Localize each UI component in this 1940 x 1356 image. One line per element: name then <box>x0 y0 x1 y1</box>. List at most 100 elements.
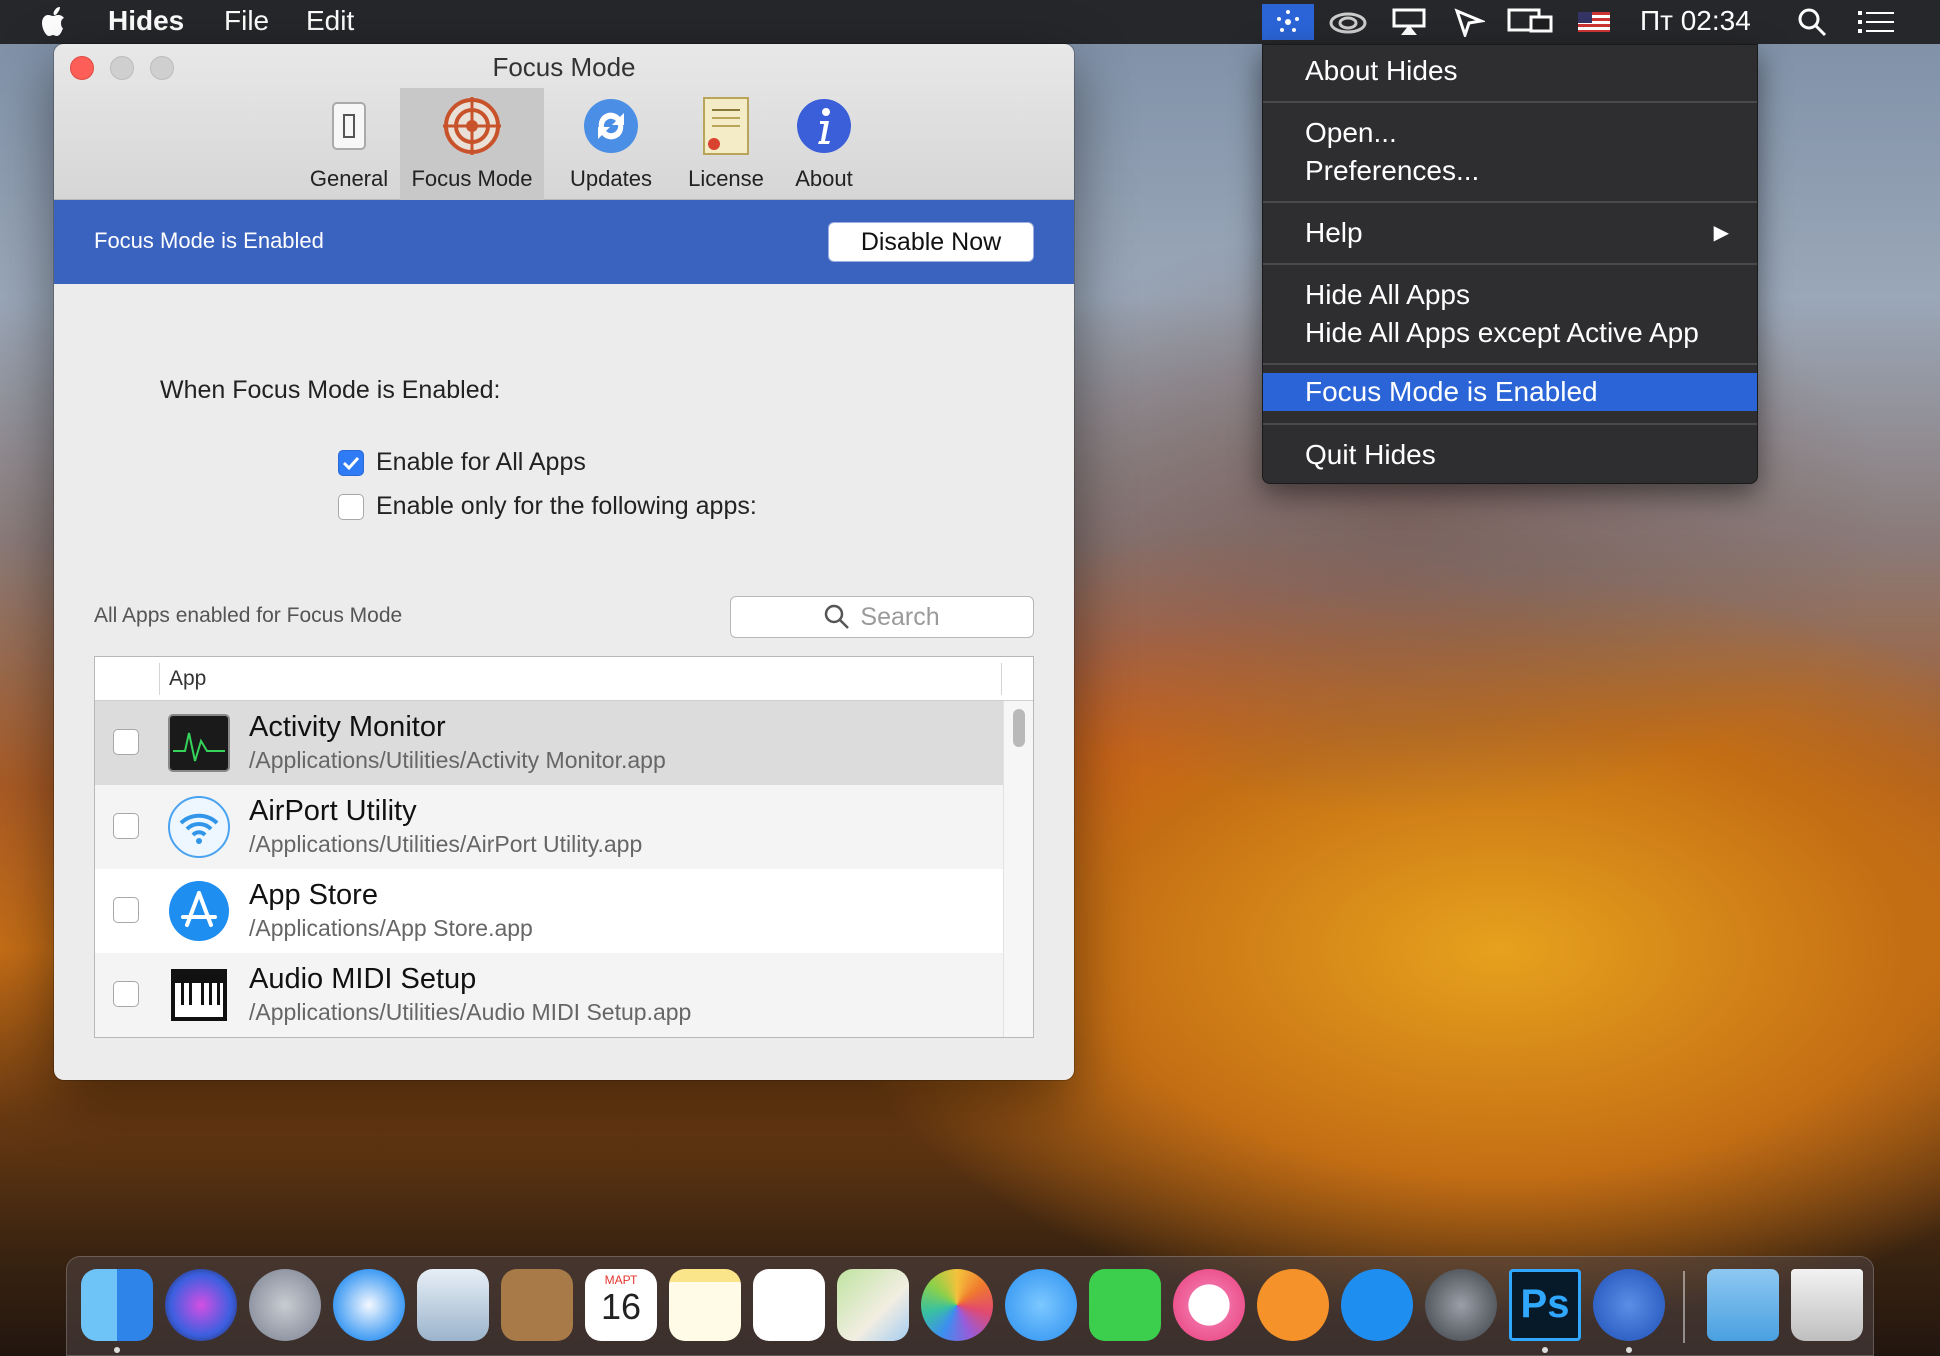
hides-star-icon[interactable] <box>1262 4 1314 40</box>
menu-edit[interactable]: Edit <box>306 5 354 37</box>
wifi-icon <box>168 796 230 858</box>
tab-about[interactable]: About <box>782 88 866 200</box>
calendar-day: 16 <box>600 1286 642 1327</box>
tab-focus-mode[interactable]: Focus Mode <box>400 88 544 200</box>
table-header: App <box>95 657 1033 701</box>
column-header-app[interactable]: App <box>169 667 206 691</box>
reminders-icon[interactable] <box>753 1269 825 1341</box>
tab-label: About <box>795 166 853 191</box>
focus-mode-banner: Focus Mode is Enabled Disable Now <box>54 200 1074 284</box>
tab-license[interactable]: License <box>674 88 778 200</box>
apps-table: App Activity Monitor /Applications/Utili… <box>94 656 1034 1038</box>
menu-separator <box>1263 363 1757 365</box>
enable-all-apps-checkbox[interactable] <box>338 449 364 476</box>
enable-following-apps-checkbox[interactable] <box>338 493 364 520</box>
display-icon[interactable] <box>1504 4 1556 40</box>
photos-icon[interactable] <box>921 1269 993 1341</box>
trash-icon[interactable] <box>1791 1269 1863 1341</box>
messages-icon[interactable] <box>1005 1269 1077 1341</box>
row-checkbox[interactable] <box>113 729 139 755</box>
table-row[interactable]: AirPort Utility /Applications/Utilities/… <box>95 785 1003 869</box>
option-label: Enable only for the following apps: <box>376 492 757 520</box>
itunes-icon[interactable] <box>1173 1269 1245 1341</box>
pointer-icon[interactable] <box>1446 4 1492 40</box>
table-row[interactable]: Activity Monitor /Applications/Utilities… <box>95 701 1003 785</box>
menu-separator <box>1263 201 1757 203</box>
calendar-month: МАРТ <box>604 1273 638 1287</box>
menu-app-name[interactable]: Hides <box>108 5 184 37</box>
search-icon <box>825 604 850 629</box>
tab-label: Focus Mode <box>411 166 533 191</box>
menu-item-quit-hides[interactable]: Quit Hides <box>1305 437 1436 473</box>
notification-list-icon[interactable] <box>1856 4 1896 40</box>
info-icon <box>794 96 854 156</box>
dock: МАРТ 16 Ps <box>66 1256 1874 1356</box>
finder-icon[interactable] <box>81 1269 153 1341</box>
table-scrollbar[interactable] <box>1003 701 1033 1037</box>
running-indicator <box>114 1347 120 1353</box>
menu-item-preferences[interactable]: Preferences... <box>1305 153 1479 189</box>
maps-icon[interactable] <box>837 1269 909 1341</box>
target-icon <box>442 96 502 156</box>
row-checkbox[interactable] <box>113 897 139 923</box>
refresh-icon <box>581 96 641 156</box>
contacts-icon[interactable] <box>501 1269 573 1341</box>
app-name: AirPort Utility <box>249 795 417 827</box>
banner-status-text: Focus Mode is Enabled <box>94 228 324 253</box>
app-path: /Applications/App Store.app <box>249 915 533 941</box>
us-flag-icon[interactable] <box>1576 4 1612 40</box>
column-divider <box>1001 663 1002 695</box>
app-name: Activity Monitor <box>249 711 446 743</box>
menu-separator <box>1263 423 1757 425</box>
menu-item-hide-all-except-active[interactable]: Hide All Apps except Active App <box>1305 315 1699 351</box>
tab-general[interactable]: General <box>304 88 394 200</box>
downloads-folder-icon[interactable] <box>1707 1269 1779 1341</box>
tab-updates[interactable]: Updates <box>552 88 670 200</box>
table-row[interactable]: Audio MIDI Setup /Applications/Utilities… <box>95 953 1003 1037</box>
option-enable-all-apps[interactable]: Enable for All Apps <box>338 448 586 477</box>
apple-logo-icon[interactable] <box>38 4 72 40</box>
menu-item-about-hides[interactable]: About Hides <box>1305 53 1458 89</box>
search-placeholder: Search <box>860 602 940 631</box>
launchpad-icon[interactable] <box>249 1269 321 1341</box>
menu-separator <box>1263 263 1757 265</box>
menu-item-open[interactable]: Open... <box>1305 115 1397 151</box>
airplay-icon[interactable] <box>1386 4 1432 40</box>
window-toolbar: Focus Mode General Focus Mode Updates Li… <box>54 44 1074 200</box>
menu-clock[interactable]: Пт 02:34 <box>1640 5 1751 37</box>
siri-icon[interactable] <box>165 1269 237 1341</box>
ibooks-icon[interactable] <box>1257 1269 1329 1341</box>
safari-icon[interactable] <box>333 1269 405 1341</box>
menu-file[interactable]: File <box>224 5 269 37</box>
running-indicator <box>1542 1347 1548 1353</box>
dock-separator <box>1683 1271 1685 1343</box>
menu-item-help[interactable]: Help <box>1305 215 1363 251</box>
row-checkbox[interactable] <box>113 813 139 839</box>
hides-icon[interactable] <box>1593 1269 1665 1341</box>
facetime-icon[interactable] <box>1089 1269 1161 1341</box>
apps-list-caption: All Apps enabled for Focus Mode <box>94 604 403 627</box>
app-name: App Store <box>249 879 378 911</box>
notes-icon[interactable] <box>669 1269 741 1341</box>
menu-separator <box>1263 101 1757 103</box>
menu-item-hide-all-apps[interactable]: Hide All Apps <box>1305 277 1470 313</box>
menu-item-focus-mode[interactable]: Focus Mode is Enabled <box>1305 374 1598 410</box>
calendar-icon[interactable]: МАРТ 16 <box>585 1269 657 1341</box>
creative-cloud-icon[interactable] <box>1322 4 1374 40</box>
table-row[interactable]: App Store /Applications/App Store.app <box>95 869 1003 953</box>
section-heading: When Focus Mode is Enabled: <box>160 376 501 404</box>
scroll-thumb[interactable] <box>1013 709 1025 747</box>
system-preferences-icon[interactable] <box>1425 1269 1497 1341</box>
search-field[interactable]: Search <box>730 596 1034 638</box>
switch-icon <box>319 96 379 156</box>
tab-label: Updates <box>570 166 652 191</box>
disable-now-button[interactable]: Disable Now <box>828 222 1034 262</box>
spotlight-icon[interactable] <box>1794 4 1830 40</box>
mail-icon[interactable] <box>417 1269 489 1341</box>
piano-keys-icon <box>171 969 227 1021</box>
option-enable-following-apps[interactable]: Enable only for the following apps: <box>338 492 757 521</box>
app-store-icon[interactable] <box>1341 1269 1413 1341</box>
row-checkbox[interactable] <box>113 981 139 1007</box>
tab-label: General <box>309 166 389 191</box>
photoshop-icon[interactable]: Ps <box>1509 1269 1581 1341</box>
